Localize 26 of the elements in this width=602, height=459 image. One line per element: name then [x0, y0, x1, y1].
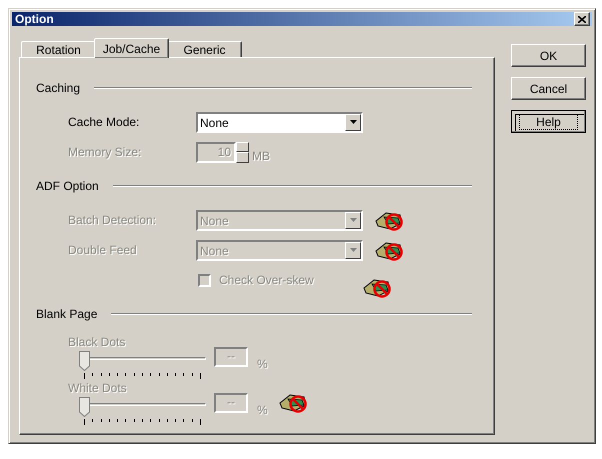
section-title: Blank Page	[36, 307, 98, 321]
field-label: Double Feed	[68, 243, 138, 257]
dialog-button[interactable]: Cancel	[511, 77, 586, 100]
field-label: Cache Mode:	[68, 115, 140, 129]
slider-label: Black Dots	[68, 334, 126, 351]
dropdown[interactable]: None	[196, 112, 363, 132]
checkbox-label: Check Over-skew	[219, 273, 314, 287]
unit-label: %	[257, 357, 268, 371]
section-title: ADF Option	[36, 179, 99, 193]
dropdown-arrow-icon	[350, 248, 356, 252]
close-button[interactable]	[574, 12, 590, 26]
dropdown-arrow-icon	[350, 218, 356, 222]
close-icon	[578, 16, 586, 22]
slider-label: White Dots	[68, 380, 128, 397]
dialog-button[interactable]: Help	[511, 110, 586, 133]
window-title: Option	[15, 12, 54, 26]
dialog-button[interactable]: OK	[511, 44, 586, 67]
tab[interactable]: Rotation	[21, 41, 96, 58]
tab[interactable]: Generic	[167, 41, 242, 58]
field-label: Batch Detection:	[68, 213, 158, 227]
unit-label: %	[257, 403, 268, 417]
field-label: Memory Size:	[68, 145, 142, 159]
tab[interactable]: Job/Cache	[94, 38, 169, 58]
unit-label: MB	[252, 148, 270, 162]
section-title: Caching	[36, 81, 80, 95]
dropdown-arrow-icon	[350, 120, 356, 124]
